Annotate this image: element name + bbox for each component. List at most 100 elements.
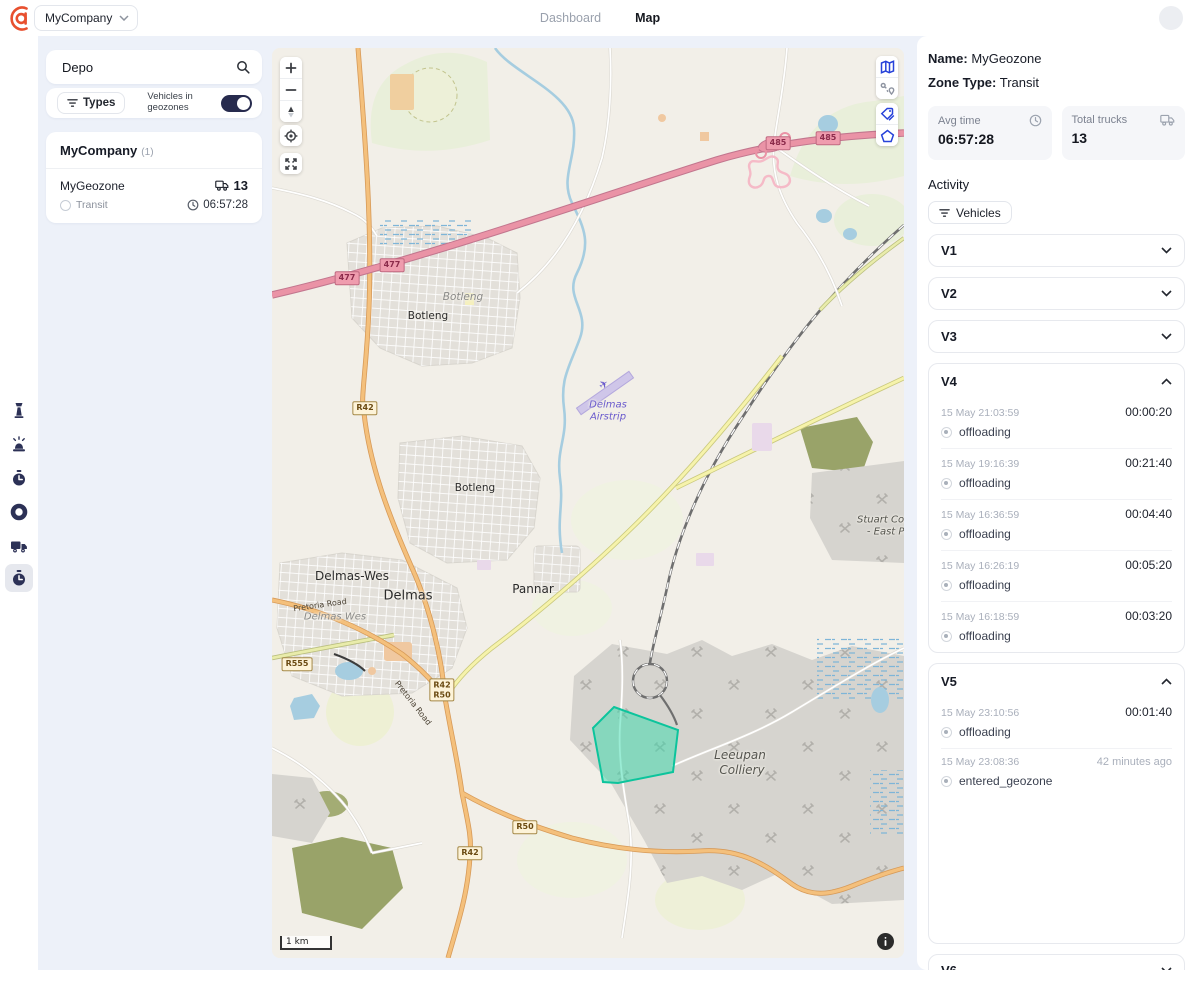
vehicle-id: V5 xyxy=(941,674,957,689)
toggle-knob xyxy=(237,97,250,110)
rail-geozone-timer-icon[interactable] xyxy=(5,564,33,592)
fullscreen-button[interactable] xyxy=(280,153,302,174)
event-name: offloading xyxy=(959,725,1011,739)
nav-map[interactable]: Map xyxy=(635,11,660,25)
chevron-up-icon xyxy=(1161,678,1172,685)
map-scale-bar: 1 km xyxy=(280,936,332,950)
types-filter-button[interactable]: Types xyxy=(57,92,125,114)
module-rail xyxy=(0,36,38,970)
vehicle-id: V4 xyxy=(941,374,957,389)
vehicle-accordion-header[interactable]: V5 xyxy=(941,664,1172,698)
zone-type: Transit xyxy=(76,199,108,211)
zone-name-label: Name: xyxy=(928,51,968,66)
event-time: 15 May 23:08:36 xyxy=(941,756,1019,768)
event-time: 15 May 23:10:56 xyxy=(941,707,1019,719)
chevron-up-icon xyxy=(1161,378,1172,385)
vehicle-accordion-header[interactable]: V4 xyxy=(941,364,1172,398)
avg-time-card: Avg time 06:57:28 xyxy=(928,106,1052,160)
rail-control-tower-icon[interactable] xyxy=(5,396,33,424)
avg-time-label: Avg time xyxy=(938,115,981,127)
attribution-info-icon[interactable] xyxy=(877,933,894,950)
vehicle-accordion-header[interactable]: V2 xyxy=(941,278,1172,309)
map-canvas[interactable]: ✈ Botleng Botleng Botleng Delmas-Wes Del… xyxy=(272,48,904,958)
vehicles-filter-label: Vehicles xyxy=(956,206,1001,220)
event-row: 15 May 16:36:5900:04:40 offloading xyxy=(941,499,1172,550)
vehicle-id: V6 xyxy=(941,963,957,970)
total-trucks-card: Total trucks 13 xyxy=(1062,106,1186,160)
zoom-out-button[interactable] xyxy=(280,78,302,100)
tag-labels-button[interactable] xyxy=(876,103,898,124)
vehicle-activity-list: V1 V2 V3 V4 xyxy=(928,234,1185,970)
event-row: 15 May 23:08:36 42 minutes ago entered_ge… xyxy=(941,748,1172,797)
vehicle-accordion: V1 xyxy=(928,234,1185,267)
nav-dashboard[interactable]: Dashboard xyxy=(540,11,601,25)
route-pins-button[interactable] xyxy=(876,77,898,99)
event-status-icon xyxy=(941,727,952,738)
zone-name-value: MyGeozone xyxy=(971,51,1041,66)
vehicles-in-geozones-toggle[interactable] xyxy=(221,95,252,112)
polygon-draw-button[interactable] xyxy=(876,124,898,146)
rail-truck-icon[interactable] xyxy=(5,532,33,560)
chevron-down-icon xyxy=(119,15,129,21)
vehicle-accordion: V6 xyxy=(928,954,1185,970)
geozone-truck-count: 13 xyxy=(234,178,248,193)
vehicle-accordion-header[interactable]: V6 xyxy=(941,955,1172,970)
vehicle-accordion-header[interactable]: V3 xyxy=(941,321,1172,352)
company-selector[interactable]: MyCompany xyxy=(34,5,138,31)
vehicle-accordion-expanded: V4 15 May 21:03:59 00:00:20 offloading 15… xyxy=(928,363,1185,653)
event-time: 15 May 19:16:39 xyxy=(941,458,1019,470)
event-status-icon xyxy=(941,776,952,787)
event-status-icon xyxy=(941,580,952,591)
rail-alarm-siren-icon[interactable] xyxy=(5,430,33,458)
app-window: MyCompany Dashboard Map xyxy=(0,0,1200,981)
geozone-detail-panel: Name: MyGeozone Zone Type: Transit Avg t… xyxy=(917,36,1200,970)
geozone-name: MyGeozone xyxy=(60,179,125,193)
funnel-icon xyxy=(67,98,78,108)
zone-type-dot-icon xyxy=(60,200,71,211)
types-filter-label: Types xyxy=(83,97,115,109)
event-name: offloading xyxy=(959,578,1011,592)
map-layers-button[interactable] xyxy=(876,56,898,77)
main-nav: Dashboard Map xyxy=(540,0,660,36)
event-status-icon xyxy=(941,529,952,540)
search-icon[interactable] xyxy=(236,60,250,74)
funnel-icon xyxy=(939,208,950,218)
compass-button[interactable] xyxy=(280,100,302,122)
vehicle-accordion: V2 xyxy=(928,277,1185,310)
event-name: entered_geozone xyxy=(959,774,1052,788)
event-row: 15 May 23:10:5600:01:40 offloading xyxy=(941,698,1172,748)
event-row: 15 May 21:03:59 00:00:20 offloading xyxy=(941,398,1172,448)
chevron-down-icon xyxy=(1161,967,1172,970)
event-row: 15 May 16:18:5900:03:20 offloading xyxy=(941,601,1172,652)
vehicle-id: V1 xyxy=(941,243,957,258)
vehicle-accordion-header[interactable]: V1 xyxy=(941,235,1172,266)
zone-type-row: Zone Type: Transit xyxy=(928,74,1185,92)
zone-name-row: Name: MyGeozone xyxy=(928,50,1185,68)
vehicles-filter-button[interactable]: Vehicles xyxy=(928,201,1012,224)
event-name: offloading xyxy=(959,425,1011,439)
chevron-down-icon xyxy=(1161,290,1172,297)
event-duration: 00:04:40 xyxy=(1125,507,1172,521)
event-duration: 42 minutes ago xyxy=(1097,756,1172,768)
event-time: 15 May 16:26:19 xyxy=(941,560,1019,572)
event-name: offloading xyxy=(959,629,1011,643)
locate-button[interactable] xyxy=(280,125,302,146)
rail-record-ring-icon[interactable] xyxy=(5,498,33,526)
list-filters: Types Vehicles in geozones xyxy=(46,88,262,118)
user-avatar[interactable] xyxy=(1159,6,1183,30)
top-bar: MyCompany Dashboard Map xyxy=(0,0,1200,36)
group-name: MyCompany xyxy=(60,143,137,158)
activity-title: Activity xyxy=(928,177,1185,192)
geozone-control xyxy=(876,103,898,146)
search-input[interactable] xyxy=(60,59,224,76)
event-row: 15 May 19:16:3900:21:40 offloading xyxy=(941,448,1172,499)
rail-stopwatch-icon[interactable] xyxy=(5,464,33,492)
event-time: 15 May 21:03:59 xyxy=(941,407,1019,419)
event-duration: 00:00:20 xyxy=(1125,405,1172,419)
layer-control xyxy=(876,56,898,99)
fullscreen-control xyxy=(280,153,302,174)
zoom-in-button[interactable] xyxy=(280,57,302,78)
geozone-list-item[interactable]: MyGeozone 13 Transit 06:57:28 xyxy=(46,169,262,215)
zone-time: 06:57:28 xyxy=(203,199,248,211)
event-duration: 00:03:20 xyxy=(1125,609,1172,623)
